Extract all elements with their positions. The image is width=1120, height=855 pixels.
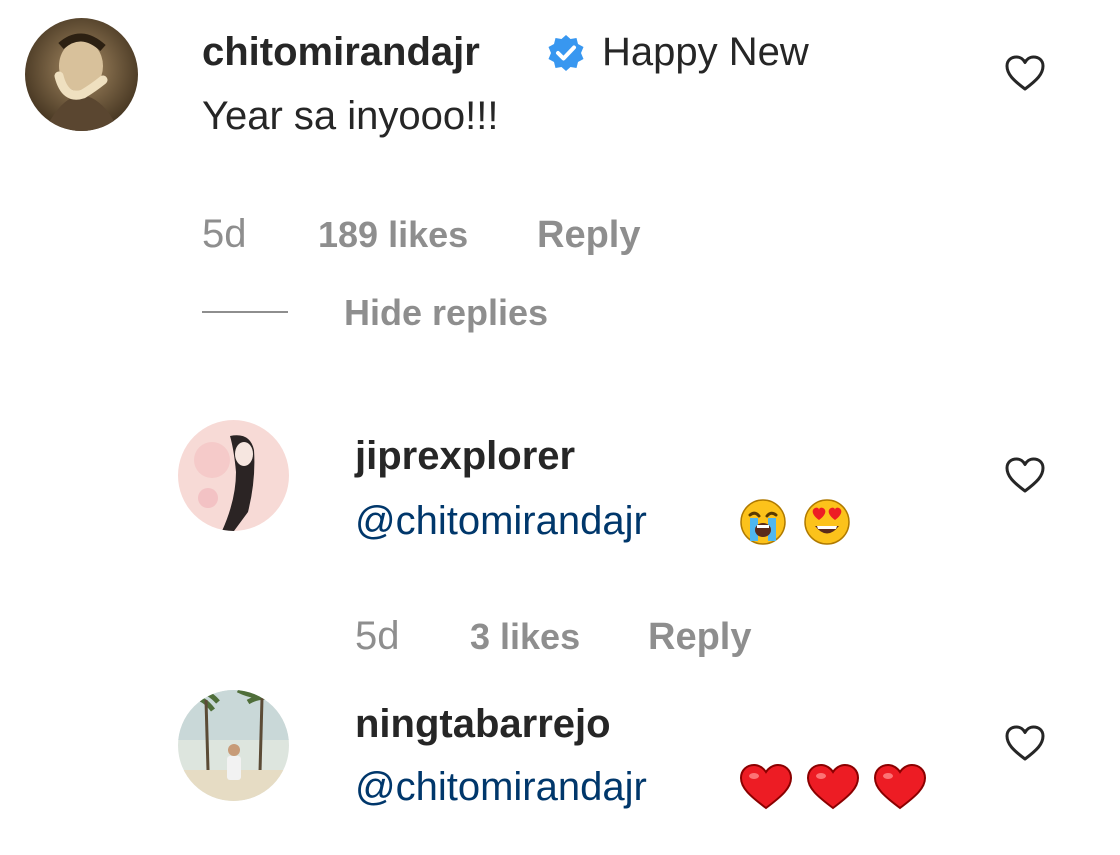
avatar-chitomirandajr[interactable] bbox=[25, 18, 138, 131]
loudly-crying-face-icon bbox=[738, 497, 788, 547]
comment-username[interactable]: chitomirandajr bbox=[202, 28, 480, 76]
reply-mention[interactable]: @chitomirandajr bbox=[355, 762, 647, 812]
like-heart-icon[interactable] bbox=[1003, 723, 1047, 763]
reply-username[interactable]: jiprexplorer bbox=[355, 432, 575, 480]
comment-time: 5d bbox=[202, 212, 247, 256]
reply-likes[interactable]: 3 likes bbox=[470, 614, 580, 660]
reply-username[interactable]: ningtabarrejo bbox=[355, 700, 611, 748]
comment-text-line1: Happy New bbox=[602, 30, 809, 74]
replies-divider bbox=[202, 311, 288, 313]
like-heart-icon[interactable] bbox=[1003, 53, 1047, 93]
reply-mention[interactable]: @chitomirandajr bbox=[355, 496, 647, 546]
verified-badge-icon bbox=[546, 33, 586, 73]
reply-button[interactable]: Reply bbox=[537, 212, 640, 258]
avatar-jiprexplorer[interactable] bbox=[178, 420, 289, 531]
red-heart-icon bbox=[805, 762, 861, 812]
comment-likes[interactable]: 189 likes bbox=[318, 212, 468, 258]
red-heart-icon bbox=[738, 762, 794, 812]
avatar-ningtabarrejo[interactable] bbox=[178, 690, 289, 801]
red-heart-icon bbox=[872, 762, 928, 812]
like-heart-icon[interactable] bbox=[1003, 455, 1047, 495]
comment-text-line2: Year sa inyooo!!! bbox=[202, 94, 499, 138]
hide-replies-button[interactable]: Hide replies bbox=[344, 290, 548, 336]
reply-time: 5d bbox=[355, 614, 400, 658]
heart-eyes-face-icon bbox=[802, 497, 852, 547]
reply-button[interactable]: Reply bbox=[648, 614, 751, 660]
